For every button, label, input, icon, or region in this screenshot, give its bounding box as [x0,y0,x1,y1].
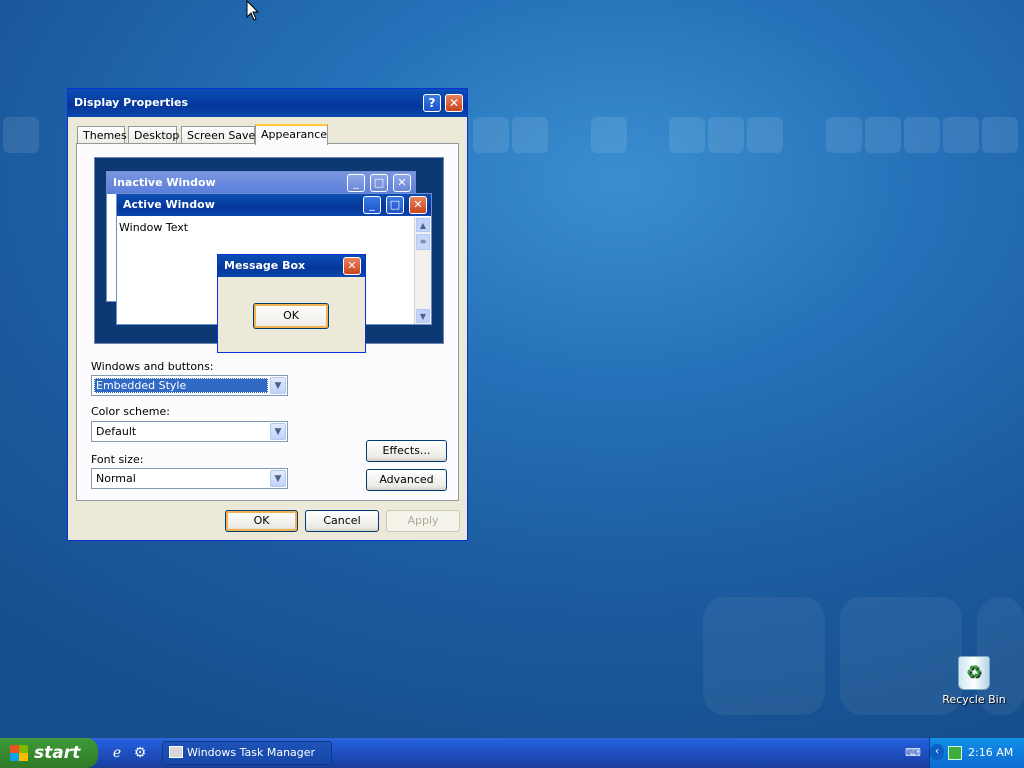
recycle-bin-label: Recycle Bin [942,693,1006,706]
taskbar: start ℯ ⚙ Windows Task Manager ⌨ ‹ 2:16 … [0,738,1024,768]
mouse-cursor-icon [246,0,260,21]
preview-close-icon: ✕ [393,174,411,192]
appearance-panel: Inactive Window _ □ ✕ Active Window _ □ … [76,143,459,501]
apply-button[interactable]: Apply [386,510,460,532]
recycle-bin[interactable]: ♻ Recycle Bin [942,656,1006,706]
start-button[interactable]: start [0,738,98,768]
taskbar-item-task-manager[interactable]: Windows Task Manager [162,741,332,765]
cancel-button[interactable]: Cancel [305,510,379,532]
preview-minimize-icon: _ [347,174,365,192]
font-size-label: Font size: [91,453,144,466]
quick-launch-icon[interactable]: ⚙ [131,744,149,762]
preview-ok-button: OK [253,303,329,329]
preview-scrollbar: ▲ ≡ ▼ [414,217,431,324]
advanced-button[interactable]: Advanced [366,469,447,491]
help-button[interactable]: ? [423,94,441,112]
taskbar-item-label: Windows Task Manager [187,746,316,759]
preview-window-text: Window Text [119,221,189,234]
preview-active-title: Active Window [117,194,431,216]
scroll-up-icon: ▲ [416,218,430,232]
windows-logo-icon [10,745,28,761]
appearance-preview: Inactive Window _ □ ✕ Active Window _ □ … [94,157,444,353]
preview-minimize-icon: _ [363,196,381,214]
system-tray: ‹ 2:16 AM [929,738,1024,768]
preview-inactive-title: Inactive Window [107,172,415,194]
start-label: start [34,743,81,763]
preview-active-window: Active Window _ □ ✕ Window Text ▲ ≡ ▼ Me… [116,193,432,353]
tab-themes[interactable]: Themes [77,126,127,144]
color-scheme-value: Default [96,425,137,438]
tab-screen-saver[interactable]: Screen Saver [181,126,260,144]
close-button[interactable]: ✕ [445,94,463,112]
preview-close-icon: ✕ [409,196,427,214]
chevron-down-icon[interactable]: ▼ [270,377,286,394]
preview-maximize-icon: □ [386,196,404,214]
preview-message-close-icon: ✕ [343,257,361,275]
recycle-bin-icon: ♻ [958,656,990,690]
chevron-down-icon[interactable]: ▼ [270,470,286,487]
tab-desktop[interactable]: Desktop [128,126,179,144]
tray-status-icon[interactable] [948,746,962,760]
windows-buttons-label: Windows and buttons: [91,360,214,373]
color-scheme-label: Color scheme: [91,405,170,418]
preview-message-box: Message Box ✕ OK [217,254,366,353]
task-manager-icon [169,746,183,758]
preview-maximize-icon: □ [370,174,388,192]
scroll-down-icon: ▼ [416,309,430,323]
chevron-left-icon[interactable]: ‹ [930,744,944,760]
display-properties-dialog: Display Properties ? ✕ Themes Desktop Sc… [67,88,468,541]
clock[interactable]: 2:16 AM [968,738,1013,768]
chevron-down-icon[interactable]: ▼ [270,423,286,440]
windows-buttons-value: Embedded Style [94,378,268,393]
dialog-title: Display Properties [74,96,189,109]
ok-button[interactable]: OK [225,510,298,532]
windows-buttons-select[interactable]: Embedded Style ▼ [91,375,288,396]
scroll-thumb: ≡ [416,234,430,250]
color-scheme-select[interactable]: Default ▼ [91,421,288,442]
dialog-titlebar[interactable]: Display Properties ? ✕ [68,89,467,117]
internet-explorer-icon[interactable]: ℯ [108,744,126,762]
keyboard-icon[interactable]: ⌨ [904,744,922,762]
font-size-value: Normal [96,472,136,485]
effects-button[interactable]: Effects... [366,440,447,462]
tab-appearance[interactable]: Appearance [255,124,328,145]
font-size-select[interactable]: Normal ▼ [91,468,288,489]
